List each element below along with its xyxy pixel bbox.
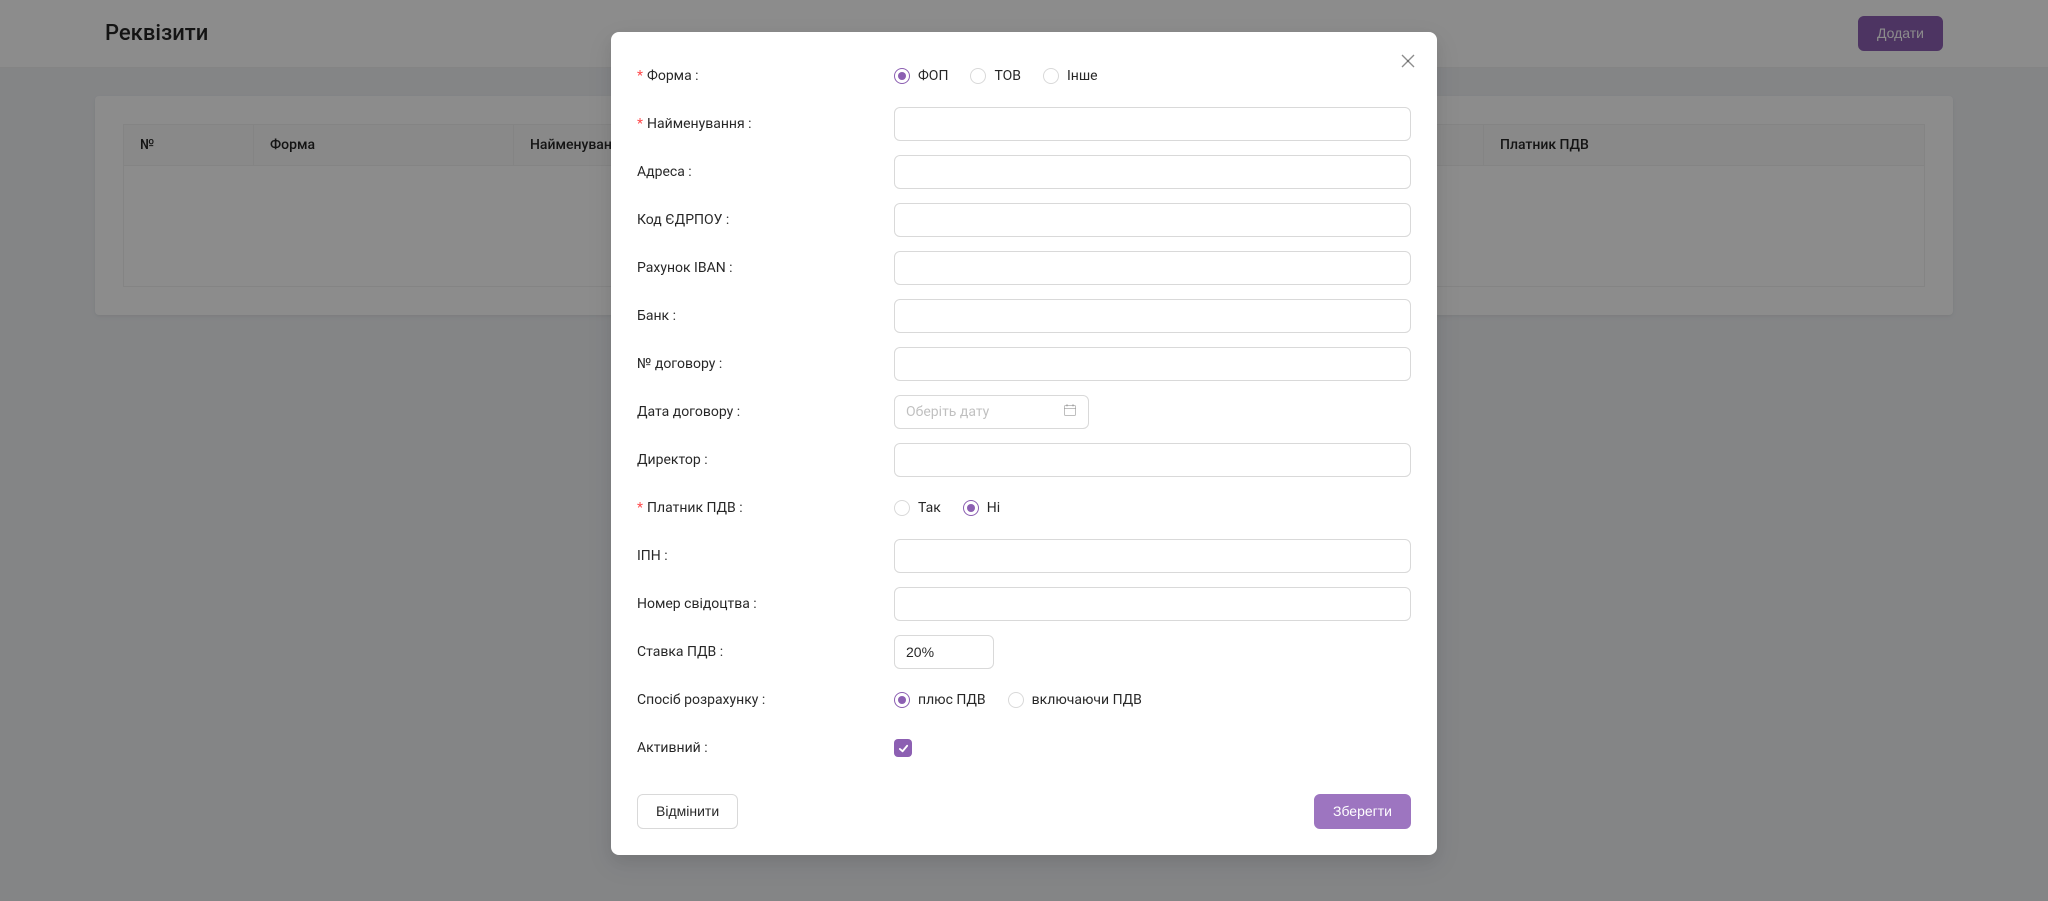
label-iban: Рахунок IBAN : (637, 260, 894, 276)
save-button[interactable]: Зберегти (1314, 794, 1411, 829)
iban-input[interactable] (894, 251, 1411, 285)
modal-footer: Відмінити Зберегти (637, 794, 1411, 829)
modal-mask[interactable]: *Форма : ФОП ТОВ Інше *Найменування : Ад… (0, 0, 2048, 901)
radio-other[interactable]: Інше (1043, 68, 1098, 84)
label-director: Директор : (637, 452, 894, 468)
calc-radio-group: плюс ПДВ включаючи ПДВ (894, 692, 1411, 708)
contract-date-picker[interactable]: Оберіть дату (894, 395, 1089, 429)
bank-input[interactable] (894, 299, 1411, 333)
label-contract-date: Дата договору : (637, 404, 894, 420)
cancel-button[interactable]: Відмінити (637, 794, 738, 829)
radio-calc-incl[interactable]: включаючи ПДВ (1008, 692, 1142, 708)
vat-rate-input[interactable] (894, 635, 994, 669)
edrpou-input[interactable] (894, 203, 1411, 237)
label-calc-method: Спосіб розрахунку : (637, 692, 894, 708)
label-active: Активний : (637, 740, 894, 756)
active-checkbox[interactable] (894, 739, 912, 757)
radio-vat-no[interactable]: Ні (963, 500, 1000, 516)
form-radio-group: ФОП ТОВ Інше (894, 68, 1411, 84)
label-cert-no: Номер свідоцтва : (637, 596, 894, 612)
requisites-modal: *Форма : ФОП ТОВ Інше *Найменування : Ад… (611, 32, 1437, 855)
label-name: *Найменування : (637, 116, 894, 132)
calendar-icon (1063, 403, 1077, 421)
address-input[interactable] (894, 155, 1411, 189)
director-input[interactable] (894, 443, 1411, 477)
label-ipn: ІПН : (637, 548, 894, 564)
radio-vat-yes[interactable]: Так (894, 500, 941, 516)
label-bank: Банк : (637, 308, 894, 324)
label-contract-no: № договору : (637, 356, 894, 372)
radio-calc-plus[interactable]: плюс ПДВ (894, 692, 986, 708)
vat-payer-radio-group: Так Ні (894, 500, 1411, 516)
contract-no-input[interactable] (894, 347, 1411, 381)
close-icon[interactable] (1397, 50, 1419, 75)
label-vat-rate: Ставка ПДВ : (637, 644, 894, 660)
radio-tov[interactable]: ТОВ (970, 68, 1021, 84)
label-form: *Форма : (637, 68, 894, 84)
cert-no-input[interactable] (894, 587, 1411, 621)
date-placeholder: Оберіть дату (906, 404, 989, 420)
name-input[interactable] (894, 107, 1411, 141)
ipn-input[interactable] (894, 539, 1411, 573)
label-address: Адреса : (637, 164, 894, 180)
radio-fop[interactable]: ФОП (894, 68, 948, 84)
label-edrpou: Код ЄДРПОУ : (637, 212, 894, 228)
label-vat-payer: *Платник ПДВ : (637, 500, 894, 516)
